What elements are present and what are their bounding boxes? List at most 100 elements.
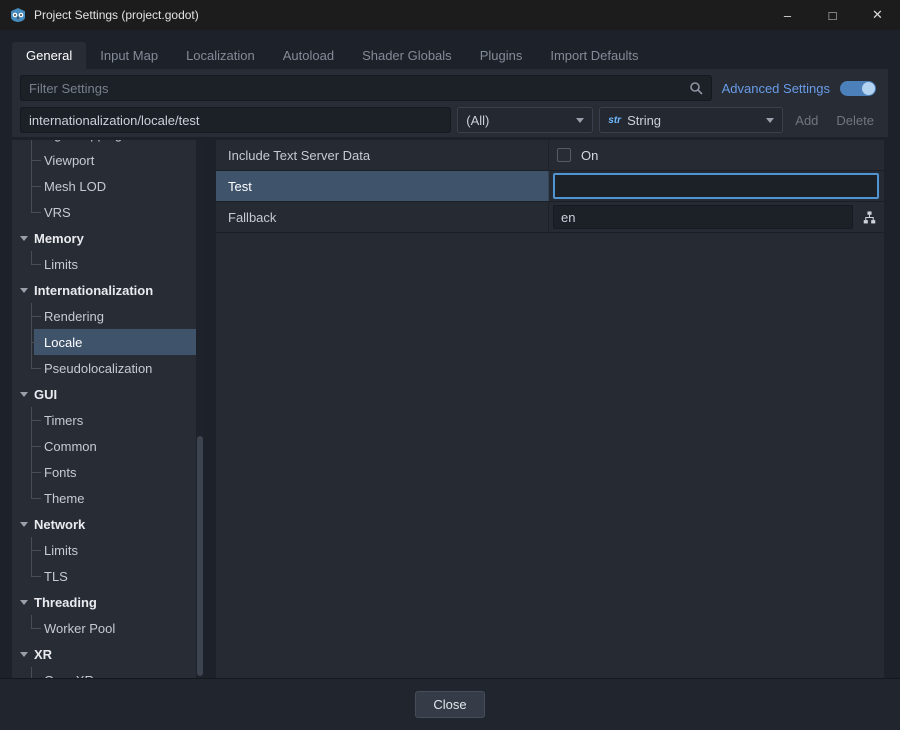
sidebar-item-common[interactable]: Common (12, 433, 196, 459)
filter-row: Advanced Settings (20, 75, 880, 101)
sidebar-item-fonts[interactable]: Fonts (12, 459, 196, 485)
locale-picker-button[interactable] (858, 206, 880, 228)
top-panel: Advanced Settings (All) str String Add D… (12, 69, 888, 137)
sidebar-item-timers[interactable]: Timers (12, 407, 196, 433)
sidebar-item-internationalization[interactable]: Internationalization (12, 277, 196, 303)
tree-branch-line (31, 407, 41, 433)
tree-branch-line (31, 303, 41, 329)
chevron-down-icon (766, 118, 774, 123)
chevron-down-icon (576, 118, 584, 123)
tab-localization[interactable]: Localization (172, 42, 269, 69)
close-window-button[interactable]: ✕ (855, 0, 900, 30)
sidebar-item-memory[interactable]: Memory (12, 225, 196, 251)
tree-branch-line (31, 667, 41, 678)
sidebar-item-openxr[interactable]: OpenXR (12, 667, 196, 678)
property-row-include-text-server-data: Include Text Server Data On (216, 140, 884, 171)
tab-general[interactable]: General (12, 42, 86, 69)
type-select[interactable]: str String (599, 107, 783, 133)
tab-input-map[interactable]: Input Map (86, 42, 172, 69)
sidebar-item-vrs[interactable]: VRS (12, 199, 196, 225)
window-title: Project Settings (project.godot) (34, 8, 199, 22)
collapse-chevron-icon (20, 652, 28, 657)
tree-branch-line (31, 329, 41, 355)
property-value (549, 202, 884, 232)
add-button[interactable]: Add (789, 113, 824, 128)
sidebar-item-mesh-lod[interactable]: Mesh LOD (12, 173, 196, 199)
tree-branch-line (31, 355, 41, 381)
advanced-settings-toggle[interactable] (840, 81, 876, 96)
property-row-test: Test (216, 171, 884, 202)
sidebar-item-label: Network (34, 517, 85, 532)
collapse-chevron-icon (20, 236, 28, 241)
locale-picker-icon (863, 211, 876, 224)
sidebar-item-tls[interactable]: TLS (12, 563, 196, 589)
add-property-bar: (All) str String Add Delete (20, 107, 880, 133)
property-label: Include Text Server Data (216, 140, 549, 170)
sidebar-item-xr[interactable]: XR (12, 641, 196, 667)
tab-autoload[interactable]: Autoload (269, 42, 348, 69)
sidebar-item-limits[interactable]: Limits (12, 537, 196, 563)
sidebar-item-worker-pool[interactable]: Worker Pool (12, 615, 196, 641)
sidebar-item-rendering[interactable]: Rendering (12, 303, 196, 329)
dialog-footer: Close (0, 678, 900, 730)
property-value: On (549, 140, 884, 170)
sidebar-item-gui[interactable]: GUI (12, 381, 196, 407)
tree-branch-line (31, 173, 41, 199)
sidebar-item-label: Limits (44, 543, 78, 558)
minimize-button[interactable]: – (765, 0, 810, 30)
feature-select-value: (All) (466, 113, 489, 128)
type-select-value: String (627, 113, 661, 128)
properties-panel: Include Text Server Data On TestFallback (216, 140, 884, 678)
sidebar-item-lightmapping[interactable]: Lightmapping (12, 140, 196, 147)
sidebar-item-pseudolocalization[interactable]: Pseudolocalization (12, 355, 196, 381)
toggle-knob (862, 82, 875, 95)
include-text-server-data-checkbox[interactable] (557, 148, 571, 162)
fallback-value-input[interactable] (553, 205, 853, 229)
tree-branch-line (31, 537, 41, 563)
sidebar-item-network[interactable]: Network (12, 511, 196, 537)
tree-branch-line (31, 433, 41, 459)
sidebar-item-label: Common (44, 439, 97, 454)
tab-import-defaults[interactable]: Import Defaults (536, 42, 652, 69)
collapse-chevron-icon (20, 600, 28, 605)
maximize-button[interactable]: □ (810, 0, 855, 30)
tree-branch-line (31, 485, 41, 511)
sidebar-item-label: Memory (34, 231, 84, 246)
settings-tabbar: GeneralInput MapLocalizationAutoloadShad… (12, 42, 888, 69)
sidebar-item-viewport[interactable]: Viewport (12, 147, 196, 173)
sidebar-item-label: Limits (44, 257, 78, 272)
sidebar-item-label: Worker Pool (44, 621, 115, 636)
tree-branch-line (31, 563, 41, 589)
property-label: Fallback (216, 202, 549, 232)
tab-shader-globals[interactable]: Shader Globals (348, 42, 466, 69)
tree-branch-line (31, 199, 41, 225)
settings-tree-sidebar: Lightmapping ViewportMesh LODVRS Memory Lim… (12, 140, 204, 678)
filter-settings-field[interactable] (29, 81, 689, 96)
sidebar-item-label: XR (34, 647, 52, 662)
close-button[interactable]: Close (415, 691, 484, 718)
tree-branch-line (31, 147, 41, 173)
tab-plugins[interactable]: Plugins (466, 42, 537, 69)
godot-icon (10, 7, 26, 23)
test-value-input[interactable] (553, 173, 879, 199)
tree-branch-line (31, 140, 41, 147)
titlebar: Project Settings (project.godot) – □ ✕ (0, 0, 900, 30)
sidebar-item-label: Lightmapping (44, 140, 122, 142)
sidebar-item-threading[interactable]: Threading (12, 589, 196, 615)
sidebar-item-locale[interactable]: Locale (12, 329, 196, 355)
sidebar-item-label: TLS (44, 569, 68, 584)
scrollbar-thumb[interactable] (197, 436, 203, 676)
sidebar-item-label: Fonts (44, 465, 77, 480)
property-path-input[interactable] (20, 107, 451, 133)
delete-button[interactable]: Delete (830, 113, 880, 128)
filter-settings-input[interactable] (20, 75, 712, 101)
collapse-chevron-icon (20, 392, 28, 397)
feature-select[interactable]: (All) (457, 107, 593, 133)
property-row-fallback: Fallback (216, 202, 884, 233)
tree-branch-line (31, 459, 41, 485)
sidebar-scrollbar[interactable] (196, 140, 204, 678)
sidebar-item-limits[interactable]: Limits (12, 251, 196, 277)
settings-tree: Lightmapping ViewportMesh LODVRS Memory Lim… (12, 140, 196, 678)
sidebar-item-theme[interactable]: Theme (12, 485, 196, 511)
checkbox-on-label: On (581, 148, 598, 163)
